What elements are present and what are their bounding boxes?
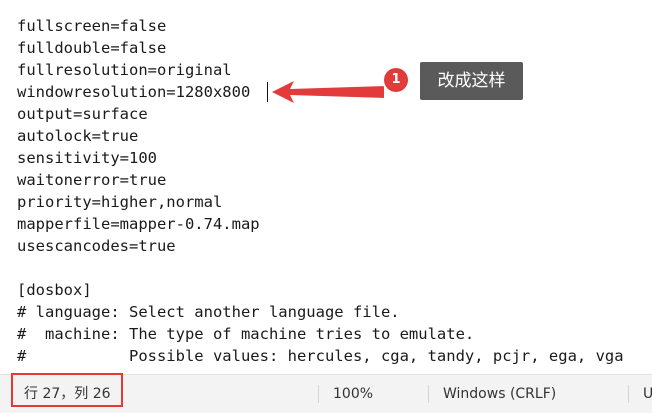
annotation-arrow [272, 81, 384, 103]
status-divider [628, 385, 629, 403]
line-ending-indicator[interactable]: Windows (CRLF) [443, 375, 556, 413]
encoding-indicator[interactable]: U [643, 375, 652, 413]
editor-line-current[interactable]: windowresolution=1280x800 [17, 81, 250, 103]
annotation-highlight-box [11, 373, 123, 407]
editor-text-area[interactable]: fullscreen=false fulldouble=false fullre… [0, 0, 652, 373]
editor-line[interactable]: output=surface [17, 103, 148, 125]
status-divider [318, 385, 319, 403]
editor-line[interactable]: fulldouble=false [17, 37, 166, 59]
editor-line[interactable]: priority=higher,normal [17, 191, 222, 213]
zoom-indicator[interactable]: 100% [333, 375, 373, 413]
step-number-badge: 1 [384, 68, 408, 92]
editor-line[interactable]: usescancodes=true [17, 235, 176, 257]
editor-line[interactable]: sensitivity=100 [17, 147, 157, 169]
annotation-callout: 改成这样 [420, 62, 523, 100]
editor-line[interactable]: autolock=true [17, 125, 138, 147]
editor-line[interactable]: # Possible values: hercules, cga, tandy,… [17, 345, 624, 367]
editor-line[interactable]: fullresolution=original [17, 59, 232, 81]
editor-line[interactable]: # language: Select another language file… [17, 301, 400, 323]
editor-line[interactable]: waitonerror=true [17, 169, 166, 191]
text-caret [267, 82, 268, 102]
editor-line[interactable]: mapperfile=mapper-0.74.map [17, 213, 260, 235]
editor-line[interactable]: # machine: The type of machine tries to … [17, 323, 474, 345]
editor-line[interactable]: fullscreen=false [17, 15, 166, 37]
editor-line[interactable]: [dosbox] [17, 279, 92, 301]
status-divider [428, 385, 429, 403]
